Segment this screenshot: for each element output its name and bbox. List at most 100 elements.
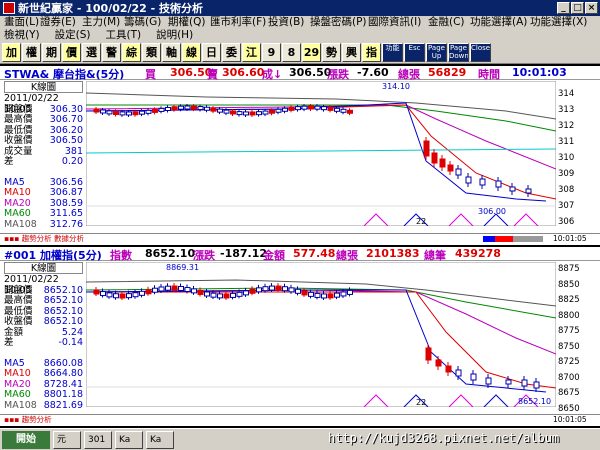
y-tick-label: 314 [558,89,575,99]
candlestick-chart[interactable]: 314.10 306.00 22 [86,81,556,226]
high-label: 8869.31 [166,263,199,272]
taskbar-item[interactable]: Ka [115,430,143,449]
info-value: -0.14 [58,337,83,348]
taskbar-item[interactable]: Ka [146,430,174,449]
candle-body [301,105,308,110]
start-button[interactable]: 開始 [2,430,50,449]
toolbar-button[interactable]: 期 [42,43,61,62]
candle-body [425,347,432,361]
candle-body [321,106,327,111]
toolbar-button[interactable]: 勢 [322,43,341,62]
menu-item[interactable]: 國際資訊(I) [368,16,421,29]
candle-body [288,106,295,111]
menu-item[interactable]: 投資(B) [268,16,304,29]
toolbar-button[interactable]: 8 [282,43,301,62]
menu-item[interactable]: 籌碼(G) [124,16,161,29]
candle-body [243,290,249,296]
candle-body [139,110,145,115]
candle-body [158,286,165,292]
menu-item[interactable]: 功能選擇(A) [470,16,527,29]
toolbar-button[interactable]: 興 [342,43,361,62]
toolbar-button[interactable]: 日 [202,43,221,62]
info-value: 311.65 [49,208,83,219]
menu-item[interactable]: 期權(Q) [168,16,205,29]
candle-body [275,108,282,113]
candle-body [423,140,430,157]
info-row: 差 0.20 [4,156,83,168]
taskbar-item[interactable]: 301 [84,430,112,449]
candle-body [340,291,347,297]
toolbar-button[interactable]: 類 [142,43,161,62]
toolbar-button[interactable]: 選 [82,43,101,62]
y-tick-label: 309 [558,169,575,179]
candle-body [204,106,210,111]
toolbar-button[interactable]: 指 [362,43,381,62]
info-row: MA10 8664.80 [4,368,83,380]
candle-body [171,285,178,291]
toolbar-nav-button[interactable]: 功能 [382,43,403,62]
menu-item[interactable]: 匯市利率(F) [210,16,266,29]
info-row: 最高價 8652.10 [4,295,83,307]
candle-body [334,292,340,298]
toolbar-button[interactable]: 綜 [122,43,141,62]
toolbar-nav-button[interactable]: Esc [404,43,425,62]
toolbar-nav-button[interactable]: Close [470,43,491,62]
candle-body [495,180,502,188]
candle-body [139,290,145,296]
menu-item[interactable]: 檢視(Y) [4,29,40,42]
candle-body [119,111,126,116]
candle-body [256,111,262,116]
menu-item[interactable]: 操盤密碼(P) [310,16,367,29]
candle-body [217,108,223,113]
footer-time: 10:01:05 [553,234,587,243]
info-row: 收盤價 306.50 [4,135,83,147]
menu-item[interactable]: 功能選擇(X) [530,16,587,29]
toolbar-nav-button[interactable]: Page Up [426,43,447,62]
candle-body [210,107,217,112]
y-tick-label: 8650 [558,403,580,414]
taskbar-item[interactable]: 元 [53,430,81,449]
candle-body [314,105,321,110]
menu-item[interactable]: 說明(H) [156,29,193,42]
info-box: K線圖 2011/02/22 10:05 開盤價 8652.10 最高價 8652.1… [4,262,83,411]
y-tick-label: 311 [558,137,575,147]
info-row: MA60 311.65 [4,208,83,220]
minimize-button[interactable]: _ [557,2,570,14]
high-label: 314.10 [382,82,410,91]
toolbar-button[interactable]: 9 [262,43,281,62]
menu-item[interactable]: 主力(M) [82,16,120,29]
change-value: -7.60 [357,66,389,79]
candle-body [308,291,314,297]
close-button[interactable]: × [585,2,598,14]
app-icon [3,2,15,14]
info-row: 收盤價 8652.10 [4,316,83,328]
candle-body [93,108,100,113]
candle-body [249,111,256,116]
candle-body [262,110,269,115]
menu-item[interactable]: 畫面(L) [4,16,39,29]
toolbar-button[interactable]: 警 [102,43,121,62]
toolbar-button[interactable]: 線 [182,43,201,62]
toolbar-nav-button[interactable]: Page Down [448,43,469,62]
candle-body [184,105,191,110]
menu-item[interactable]: 金融(C) [428,16,465,29]
menu-item[interactable]: 設定(S) [55,29,91,42]
toolbar-button[interactable]: 29 [302,43,321,62]
candlestick-chart[interactable]: 8869.31 8652.10 22 [86,262,556,407]
toolbar-button[interactable]: 江 [242,43,261,62]
info-value: 312.76 [49,218,83,230]
info-row: MA10 306.87 [4,187,83,199]
sell-price: 306.60 [222,66,265,79]
toolbar-button[interactable]: 權 [22,43,41,62]
toolbar-button[interactable]: 軸 [162,43,181,62]
menu-item[interactable]: 證券(E) [40,16,76,29]
candle-body [447,164,454,172]
symbol-label: #001 加權指(5分) [4,249,102,262]
toolbar-button[interactable]: 委 [222,43,241,62]
candle-body [509,186,516,192]
menu-item[interactable]: 工具(T) [105,29,141,42]
candle-body [178,105,184,110]
toolbar-button[interactable]: 加 [2,43,21,62]
maximize-button[interactable]: □ [571,2,584,14]
toolbar-button[interactable]: 價 [62,43,81,62]
